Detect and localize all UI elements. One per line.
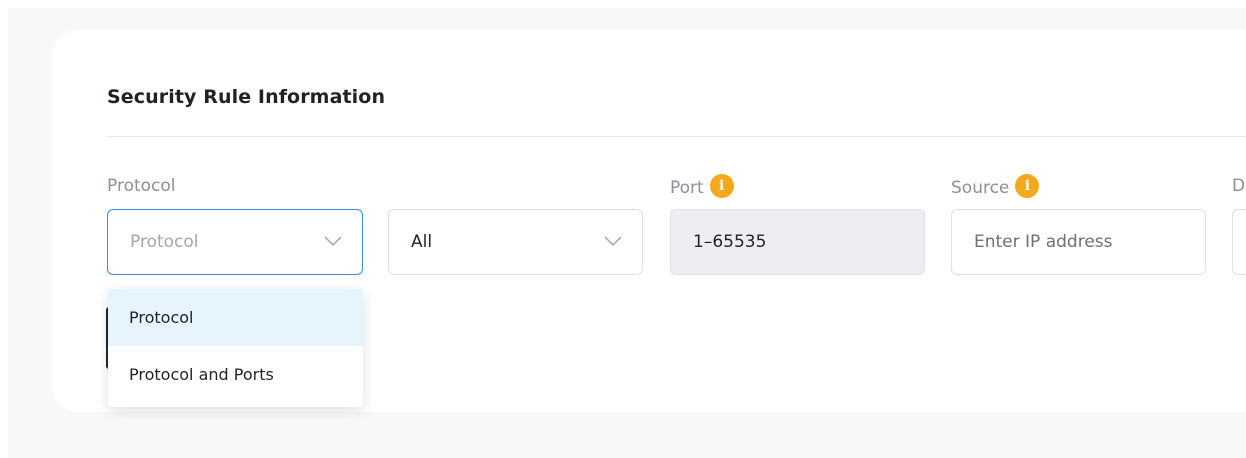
source-input-placeholder: Enter IP address bbox=[974, 232, 1113, 252]
protocol-label-text: Protocol bbox=[107, 176, 176, 196]
port-label: Port i bbox=[670, 174, 734, 200]
port-label-text: Port bbox=[670, 178, 704, 198]
dropdown-option-label: Protocol and Ports bbox=[129, 365, 274, 384]
dropdown-option-label: Protocol bbox=[129, 308, 194, 327]
port-field: 1–65535 bbox=[670, 209, 925, 275]
protocol-select-value: Protocol bbox=[130, 232, 199, 252]
section-divider bbox=[107, 136, 1246, 137]
protocol-dropdown-menu: Protocol Protocol and Ports bbox=[108, 289, 363, 407]
source-label: Source i bbox=[951, 174, 1040, 200]
next-field-label: D bbox=[1232, 176, 1246, 196]
port-field-value: 1–65535 bbox=[693, 232, 767, 252]
chevron-down-icon bbox=[604, 236, 622, 246]
info-icon[interactable]: i bbox=[1015, 174, 1040, 198]
next-field-input[interactable] bbox=[1232, 209, 1246, 275]
protocol-label: Protocol bbox=[107, 176, 176, 196]
traffic-select-value: All bbox=[411, 232, 433, 252]
source-label-text: Source bbox=[951, 178, 1010, 198]
section-title: Security Rule Information bbox=[107, 86, 386, 108]
dropdown-option-protocol[interactable]: Protocol bbox=[108, 289, 363, 346]
protocol-select[interactable]: Protocol bbox=[107, 209, 363, 275]
traffic-select[interactable]: All bbox=[388, 209, 643, 275]
info-icon[interactable]: i bbox=[709, 174, 734, 198]
source-input[interactable]: Enter IP address bbox=[951, 209, 1206, 275]
dropdown-option-protocol-and-ports[interactable]: Protocol and Ports bbox=[108, 346, 363, 403]
chevron-down-icon bbox=[324, 236, 342, 246]
